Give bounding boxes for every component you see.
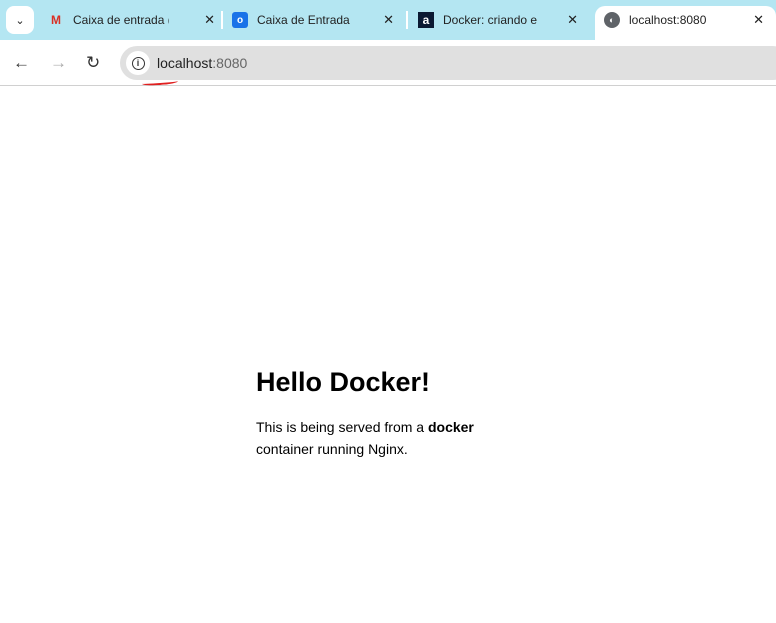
- address-bar[interactable]: i localhost:8080: [120, 46, 776, 80]
- tab-title: Caixa de entrada (2.0: [73, 13, 169, 27]
- back-icon[interactable]: ←: [13, 53, 30, 73]
- bold-text: docker: [427, 419, 474, 435]
- globe-icon: ◐: [604, 12, 620, 28]
- close-icon[interactable]: ✕: [204, 12, 215, 28]
- close-icon[interactable]: ✕: [383, 12, 394, 28]
- tab-search-button[interactable]: ⌄: [6, 6, 34, 34]
- close-icon[interactable]: ✕: [753, 12, 764, 28]
- page-heading: Hello Docker!: [256, 367, 431, 397]
- tab-docker-course[interactable]: a Docker: criando e ger ✕: [418, 6, 578, 34]
- tab-title: localhost:8080: [629, 13, 707, 27]
- tab-divider: [406, 11, 408, 29]
- tab-title: Caixa de Entrada - Lu: [257, 13, 353, 27]
- text: This is being served from a: [256, 419, 428, 435]
- info-icon: i: [131, 56, 145, 70]
- alura-icon: a: [418, 12, 434, 28]
- tab-title: Docker: criando e ger: [443, 13, 539, 27]
- url-text[interactable]: localhost:8080: [157, 55, 247, 71]
- url-host: localhost: [157, 55, 213, 71]
- tab-strip: ⌄ M Caixa de entrada (2.0 ✕ o Caixa de E…: [0, 0, 776, 40]
- tab-gmail[interactable]: M Caixa de entrada (2.0 ✕: [48, 6, 215, 34]
- forward-icon[interactable]: →: [50, 53, 67, 73]
- gmail-icon: M: [51, 13, 61, 27]
- url-port: :8080: [212, 55, 248, 71]
- close-icon[interactable]: ✕: [567, 12, 578, 28]
- tab-localhost-content[interactable]: ◐ localhost:8080 ✕: [604, 6, 764, 34]
- text: container running Nginx.: [256, 441, 408, 457]
- tab-divider: [221, 11, 223, 29]
- reload-icon[interactable]: ↻: [86, 53, 100, 73]
- toolbar: ← → ↻ i localhost:8080: [0, 40, 776, 86]
- page-content: Hello Docker! This is being served from …: [256, 367, 496, 460]
- outlook-icon: o: [232, 12, 248, 28]
- page-paragraph: This is being served from a docker conta…: [256, 416, 496, 460]
- tab-outlook[interactable]: o Caixa de Entrada - Lu ✕: [232, 6, 394, 34]
- chevron-down-icon: ⌄: [15, 14, 25, 27]
- site-info-button[interactable]: i: [126, 51, 150, 75]
